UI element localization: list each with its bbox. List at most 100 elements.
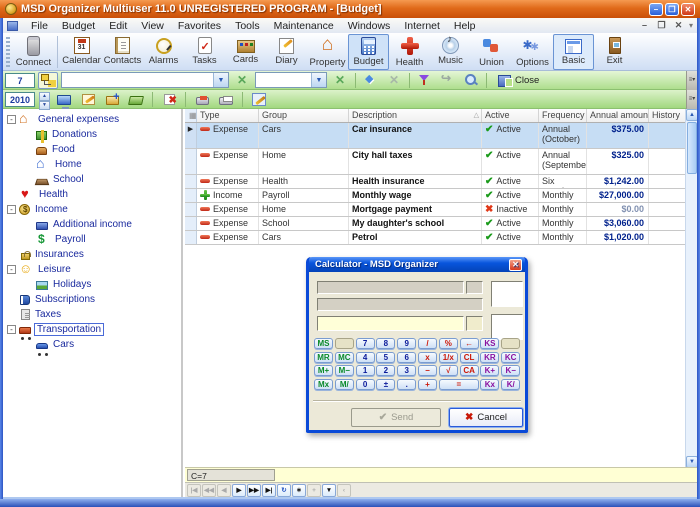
table-row[interactable]: ExpenseHealthHealth insuranceActiveSix m…	[185, 175, 697, 189]
tree-item-donations[interactable]: Donations	[3, 127, 181, 142]
calc-key-1/x[interactable]: 1/x	[439, 352, 458, 363]
calc-key-ca[interactable]: CA	[460, 365, 479, 376]
calc-key-kx[interactable]: Kx	[480, 379, 499, 390]
toolbar-button-basic[interactable]: Basic	[553, 34, 594, 70]
column-header-description[interactable]: Description△	[349, 109, 482, 122]
calc-key-x[interactable]: x	[418, 352, 437, 363]
restore-button[interactable]: ❐	[665, 3, 679, 16]
calc-key-1[interactable]: 1	[356, 365, 375, 376]
calc-key-kr[interactable]: KR	[480, 352, 499, 363]
calc-key-3[interactable]: 3	[397, 365, 416, 376]
toolbar-overflow-button[interactable]: ≡▾	[686, 71, 697, 90]
menu-item-windows[interactable]: Windows	[341, 19, 398, 33]
toolbar-button-union[interactable]: Union	[471, 34, 512, 70]
tree-item-leisure[interactable]: -Leisure	[3, 262, 181, 277]
mdi-restore-button[interactable]: ❐	[655, 20, 668, 32]
calculator-title-bar[interactable]: Calculator - MSD Organizer ✕	[309, 257, 525, 272]
group-filter-combo[interactable]: ▼	[61, 72, 229, 88]
column-header-history[interactable]: History	[649, 109, 687, 122]
toolbar-button-connect[interactable]: Connect	[13, 34, 54, 70]
toolbar-button-contacts[interactable]: Contacts	[102, 34, 143, 70]
tree-item-additional-income[interactable]: Additional income	[3, 217, 181, 232]
menu-item-file[interactable]: File	[24, 19, 55, 33]
filter-records-button[interactable]	[415, 72, 435, 89]
tree-item-cars[interactable]: Cars	[3, 337, 181, 352]
tree-view-toggle-button[interactable]	[38, 72, 58, 89]
menu-item-favorites[interactable]: Favorites	[171, 19, 228, 33]
table-row[interactable]: ExpenseCarsPetrolActiveMonthly$1,020.00	[185, 231, 697, 245]
calc-key-ks[interactable]: KS	[480, 338, 499, 349]
calc-key-k+[interactable]: K+	[480, 365, 499, 376]
menu-item-tools[interactable]: Tools	[228, 19, 267, 33]
calc-display-main[interactable]	[317, 316, 464, 331]
tree-toggle-icon[interactable]: -	[7, 265, 16, 274]
last-record-button[interactable]: ▶|	[262, 484, 276, 497]
calc-key-/[interactable]: /	[418, 338, 437, 349]
clear-type-filter-button[interactable]: ✕	[330, 72, 350, 89]
open-record-button[interactable]	[126, 91, 146, 108]
next-page-button[interactable]: ▶▶	[247, 484, 261, 497]
calc-key-.[interactable]: .	[397, 379, 416, 390]
calc-key-+[interactable]: +	[418, 379, 437, 390]
clear-group-filter-button[interactable]: ✕	[232, 72, 252, 89]
tree-item-holidays[interactable]: Holidays	[3, 277, 181, 292]
calc-key-m/[interactable]: M/	[335, 379, 354, 390]
clear-advanced-filter-button[interactable]: ✕	[384, 72, 404, 89]
menubar-overflow-icon[interactable]: ▾	[689, 21, 693, 30]
calc-key-blank[interactable]	[335, 338, 354, 349]
table-row[interactable]: ExpenseSchoolMy daughter's schoolActiveM…	[185, 217, 697, 231]
tree-toggle-icon[interactable]: -	[7, 325, 16, 334]
mdi-close-button[interactable]: ✕	[672, 20, 685, 32]
quick-edit-button[interactable]	[249, 91, 269, 108]
edit-record-button[interactable]	[78, 91, 98, 108]
print-preview-button[interactable]	[192, 91, 212, 108]
chevron-down-icon[interactable]: ▼	[311, 73, 326, 87]
column-header-group[interactable]: Group	[259, 109, 349, 122]
print-button[interactable]	[216, 91, 236, 108]
close-module-button[interactable]: Close	[492, 73, 545, 88]
toolbar-button-tasks[interactable]: Tasks	[184, 34, 225, 70]
grid-scrollbar[interactable]: ▲ ▼	[685, 109, 697, 468]
toolbar-overflow-button[interactable]: ≡▾	[686, 90, 697, 109]
calc-key-m−[interactable]: M−	[335, 365, 354, 376]
scroll-thumb[interactable]	[687, 122, 697, 174]
table-row[interactable]: IncomePayrollMonthly wageActiveMonthly$2…	[185, 189, 697, 203]
calc-key-kc[interactable]: KC	[501, 352, 520, 363]
cancel-button[interactable]: ✖ Cancel	[449, 408, 523, 427]
spin-down-icon[interactable]: ▼	[39, 101, 50, 110]
calc-key-cl[interactable]: CL	[460, 352, 479, 363]
calc-key-k−[interactable]: K−	[501, 365, 520, 376]
menu-item-internet[interactable]: Internet	[397, 19, 447, 33]
menu-item-budget[interactable]: Budget	[55, 19, 102, 33]
toolbar-button-cards[interactable]: Cards	[225, 34, 266, 70]
calc-key-ms[interactable]: MS	[314, 338, 333, 349]
calc-key-−[interactable]: −	[418, 365, 437, 376]
toolbar-button-health[interactable]: Health	[389, 34, 430, 70]
tree-item-transportation[interactable]: -Transportation	[3, 322, 181, 337]
toolbar-button-exit[interactable]: Exit	[594, 34, 635, 70]
calc-key-7[interactable]: 7	[356, 338, 375, 349]
table-row[interactable]: ExpenseHomeCity hall taxesActiveAnnual (…	[185, 149, 697, 175]
tree-item-general-expenses[interactable]: -General expenses	[3, 112, 181, 127]
delete-record-button[interactable]	[159, 91, 179, 108]
toolbar-button-options[interactable]: Options	[512, 34, 553, 70]
toolbar-button-calendar[interactable]: Calendar	[61, 34, 102, 70]
calc-key-9[interactable]: 9	[397, 338, 416, 349]
tree-item-food[interactable]: Food	[3, 142, 181, 157]
tree-toggle-icon[interactable]: -	[7, 115, 16, 124]
goto-button[interactable]	[438, 72, 458, 89]
chevron-down-icon[interactable]: ▼	[213, 73, 228, 87]
calc-key-blank[interactable]	[501, 338, 520, 349]
mdi-minimize-button[interactable]: –	[638, 20, 651, 32]
calc-key-mr[interactable]: MR	[314, 352, 333, 363]
menu-item-view[interactable]: View	[134, 19, 171, 33]
calc-key-m+[interactable]: M+	[314, 365, 333, 376]
advanced-filter-button[interactable]	[361, 72, 381, 89]
calc-key-mc[interactable]: MC	[335, 352, 354, 363]
calc-key-0[interactable]: 0	[356, 379, 375, 390]
column-header-annual-amount[interactable]: Annual amount	[587, 109, 649, 122]
tree-item-taxes[interactable]: Taxes	[3, 307, 181, 322]
next-record-button[interactable]: ▶	[232, 484, 246, 497]
table-row[interactable]: ExpenseHomeMortgage paymentInactiveMonth…	[185, 203, 697, 217]
tree-item-health[interactable]: Health	[3, 187, 181, 202]
